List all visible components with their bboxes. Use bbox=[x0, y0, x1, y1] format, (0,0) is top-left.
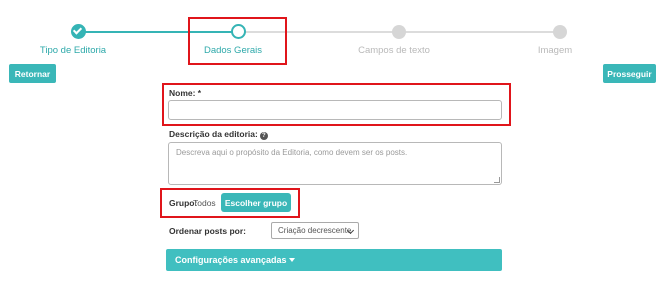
current-step-highlight bbox=[188, 17, 287, 65]
help-icon[interactable]: ? bbox=[259, 132, 268, 140]
step-1-indicator[interactable] bbox=[71, 24, 86, 39]
step-1-label[interactable]: Tipo de Editoria bbox=[40, 45, 106, 56]
description-label-text: Descrição da editoria: bbox=[169, 129, 258, 139]
description-textarea[interactable]: Descreva aqui o propósito da Editoria, c… bbox=[168, 142, 502, 185]
step-4-label[interactable]: Imagem bbox=[538, 45, 572, 56]
order-label: Ordenar posts por: bbox=[169, 226, 246, 236]
order-select[interactable]: Criação decrescente bbox=[271, 222, 359, 239]
choose-group-button[interactable]: Escolher grupo bbox=[221, 193, 291, 212]
step-4-indicator[interactable] bbox=[553, 25, 567, 39]
group-value: Todos bbox=[193, 198, 216, 208]
advanced-settings-label: Configurações avançadas bbox=[175, 255, 287, 265]
order-selected-value: Criação decrescente bbox=[278, 226, 352, 235]
check-icon bbox=[72, 25, 83, 35]
step-3-label[interactable]: Campos de texto bbox=[358, 45, 430, 56]
name-label: Nome: * bbox=[169, 88, 202, 98]
description-placeholder: Descreva aqui o propósito da Editoria, c… bbox=[176, 148, 408, 157]
step-3-indicator[interactable] bbox=[392, 25, 406, 39]
resize-grip-icon[interactable] bbox=[494, 177, 500, 183]
advanced-settings-toggle[interactable]: Configurações avançadas bbox=[166, 249, 502, 271]
next-button[interactable]: Prosseguir bbox=[603, 64, 656, 83]
back-button[interactable]: Retornar bbox=[9, 64, 56, 83]
name-input[interactable] bbox=[168, 100, 502, 120]
caret-down-icon bbox=[288, 258, 295, 262]
description-label: Descrição da editoria:? bbox=[169, 129, 268, 140]
